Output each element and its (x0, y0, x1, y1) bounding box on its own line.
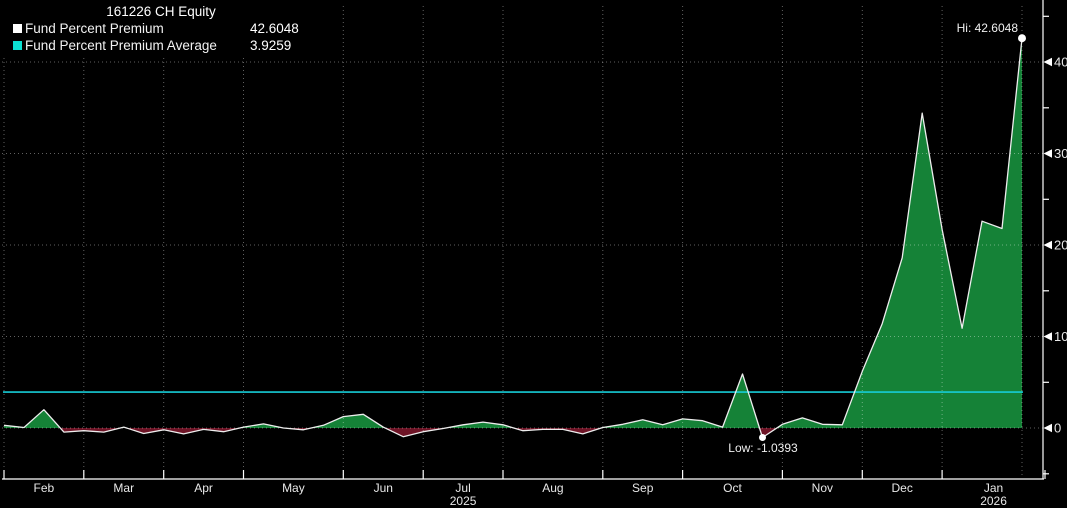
area-fill-positive (4, 38, 1022, 437)
y-axis-tick-arrow-icon (1044, 424, 1053, 432)
y-axis-tick-label: 40 (1054, 55, 1067, 70)
chart-window: 0 10 20 30 40 Feb Mar Apr May Jun Jul Aug Sep Oct Nov D… (0, 0, 1067, 508)
x-axis-month-label: Jul (455, 481, 470, 495)
premium-average-series-swatch-icon (13, 41, 22, 50)
premium-series-label: Fund Percent Premium (25, 21, 250, 36)
x-axis-month-label: Nov (812, 481, 833, 495)
x-axis-month-label: Aug (542, 481, 563, 495)
x-axis-month-label: Sep (632, 481, 654, 495)
x-axis-month-label: Apr (194, 481, 213, 495)
y-axis-tick-label: 0 (1054, 421, 1061, 436)
premium-series-value: 42.6048 (250, 21, 299, 36)
low-annotation: Low: -1.0393 (703, 441, 823, 455)
premium-average-series-value: 3.9259 (250, 38, 291, 53)
x-axis-month-label: Jan (984, 481, 1003, 495)
x-axis-month-label: Feb (34, 481, 55, 495)
x-axis-month-label: Mar (113, 481, 134, 495)
y-axis-tick-label: 20 (1054, 238, 1067, 253)
legend-row-premium[interactable]: Fund Percent Premium 42.6048 (0, 20, 308, 37)
hi-point-marker (1018, 34, 1026, 42)
x-axis-month-label: Jun (374, 481, 393, 495)
hi-annotation: Hi: 42.6048 (957, 21, 1018, 35)
y-axis-tick-arrow-icon (1044, 332, 1053, 340)
premium-series-swatch-icon (13, 24, 22, 33)
x-axis-year-label: 2025 (450, 494, 477, 508)
y-axis-tick-label: 30 (1054, 146, 1067, 161)
x-axis-month-label: May (282, 481, 305, 495)
y-axis-tick-arrow-icon (1044, 241, 1053, 249)
x-axis-month-label: Dec (892, 481, 913, 495)
y-axis-tick-arrow-icon (1044, 149, 1053, 157)
y-axis-tick-label: 10 (1054, 329, 1067, 344)
premium-chart-canvas[interactable]: 0 10 20 30 40 Feb Mar Apr May Jun Jul Aug Sep Oct Nov D… (0, 0, 1067, 508)
low-point-marker (759, 434, 766, 441)
chart-title: 161226 CH Equity (0, 4, 308, 20)
legend-row-premium-average[interactable]: Fund Percent Premium Average 3.9259 (0, 37, 308, 54)
premium-average-series-label: Fund Percent Premium Average (25, 38, 250, 53)
x-axis-month-label: Oct (723, 481, 742, 495)
legend: 161226 CH Equity Fund Percent Premium 42… (0, 2, 308, 58)
x-axis-year-label: 2026 (980, 494, 1007, 508)
y-axis-tick-arrow-icon (1044, 58, 1053, 66)
